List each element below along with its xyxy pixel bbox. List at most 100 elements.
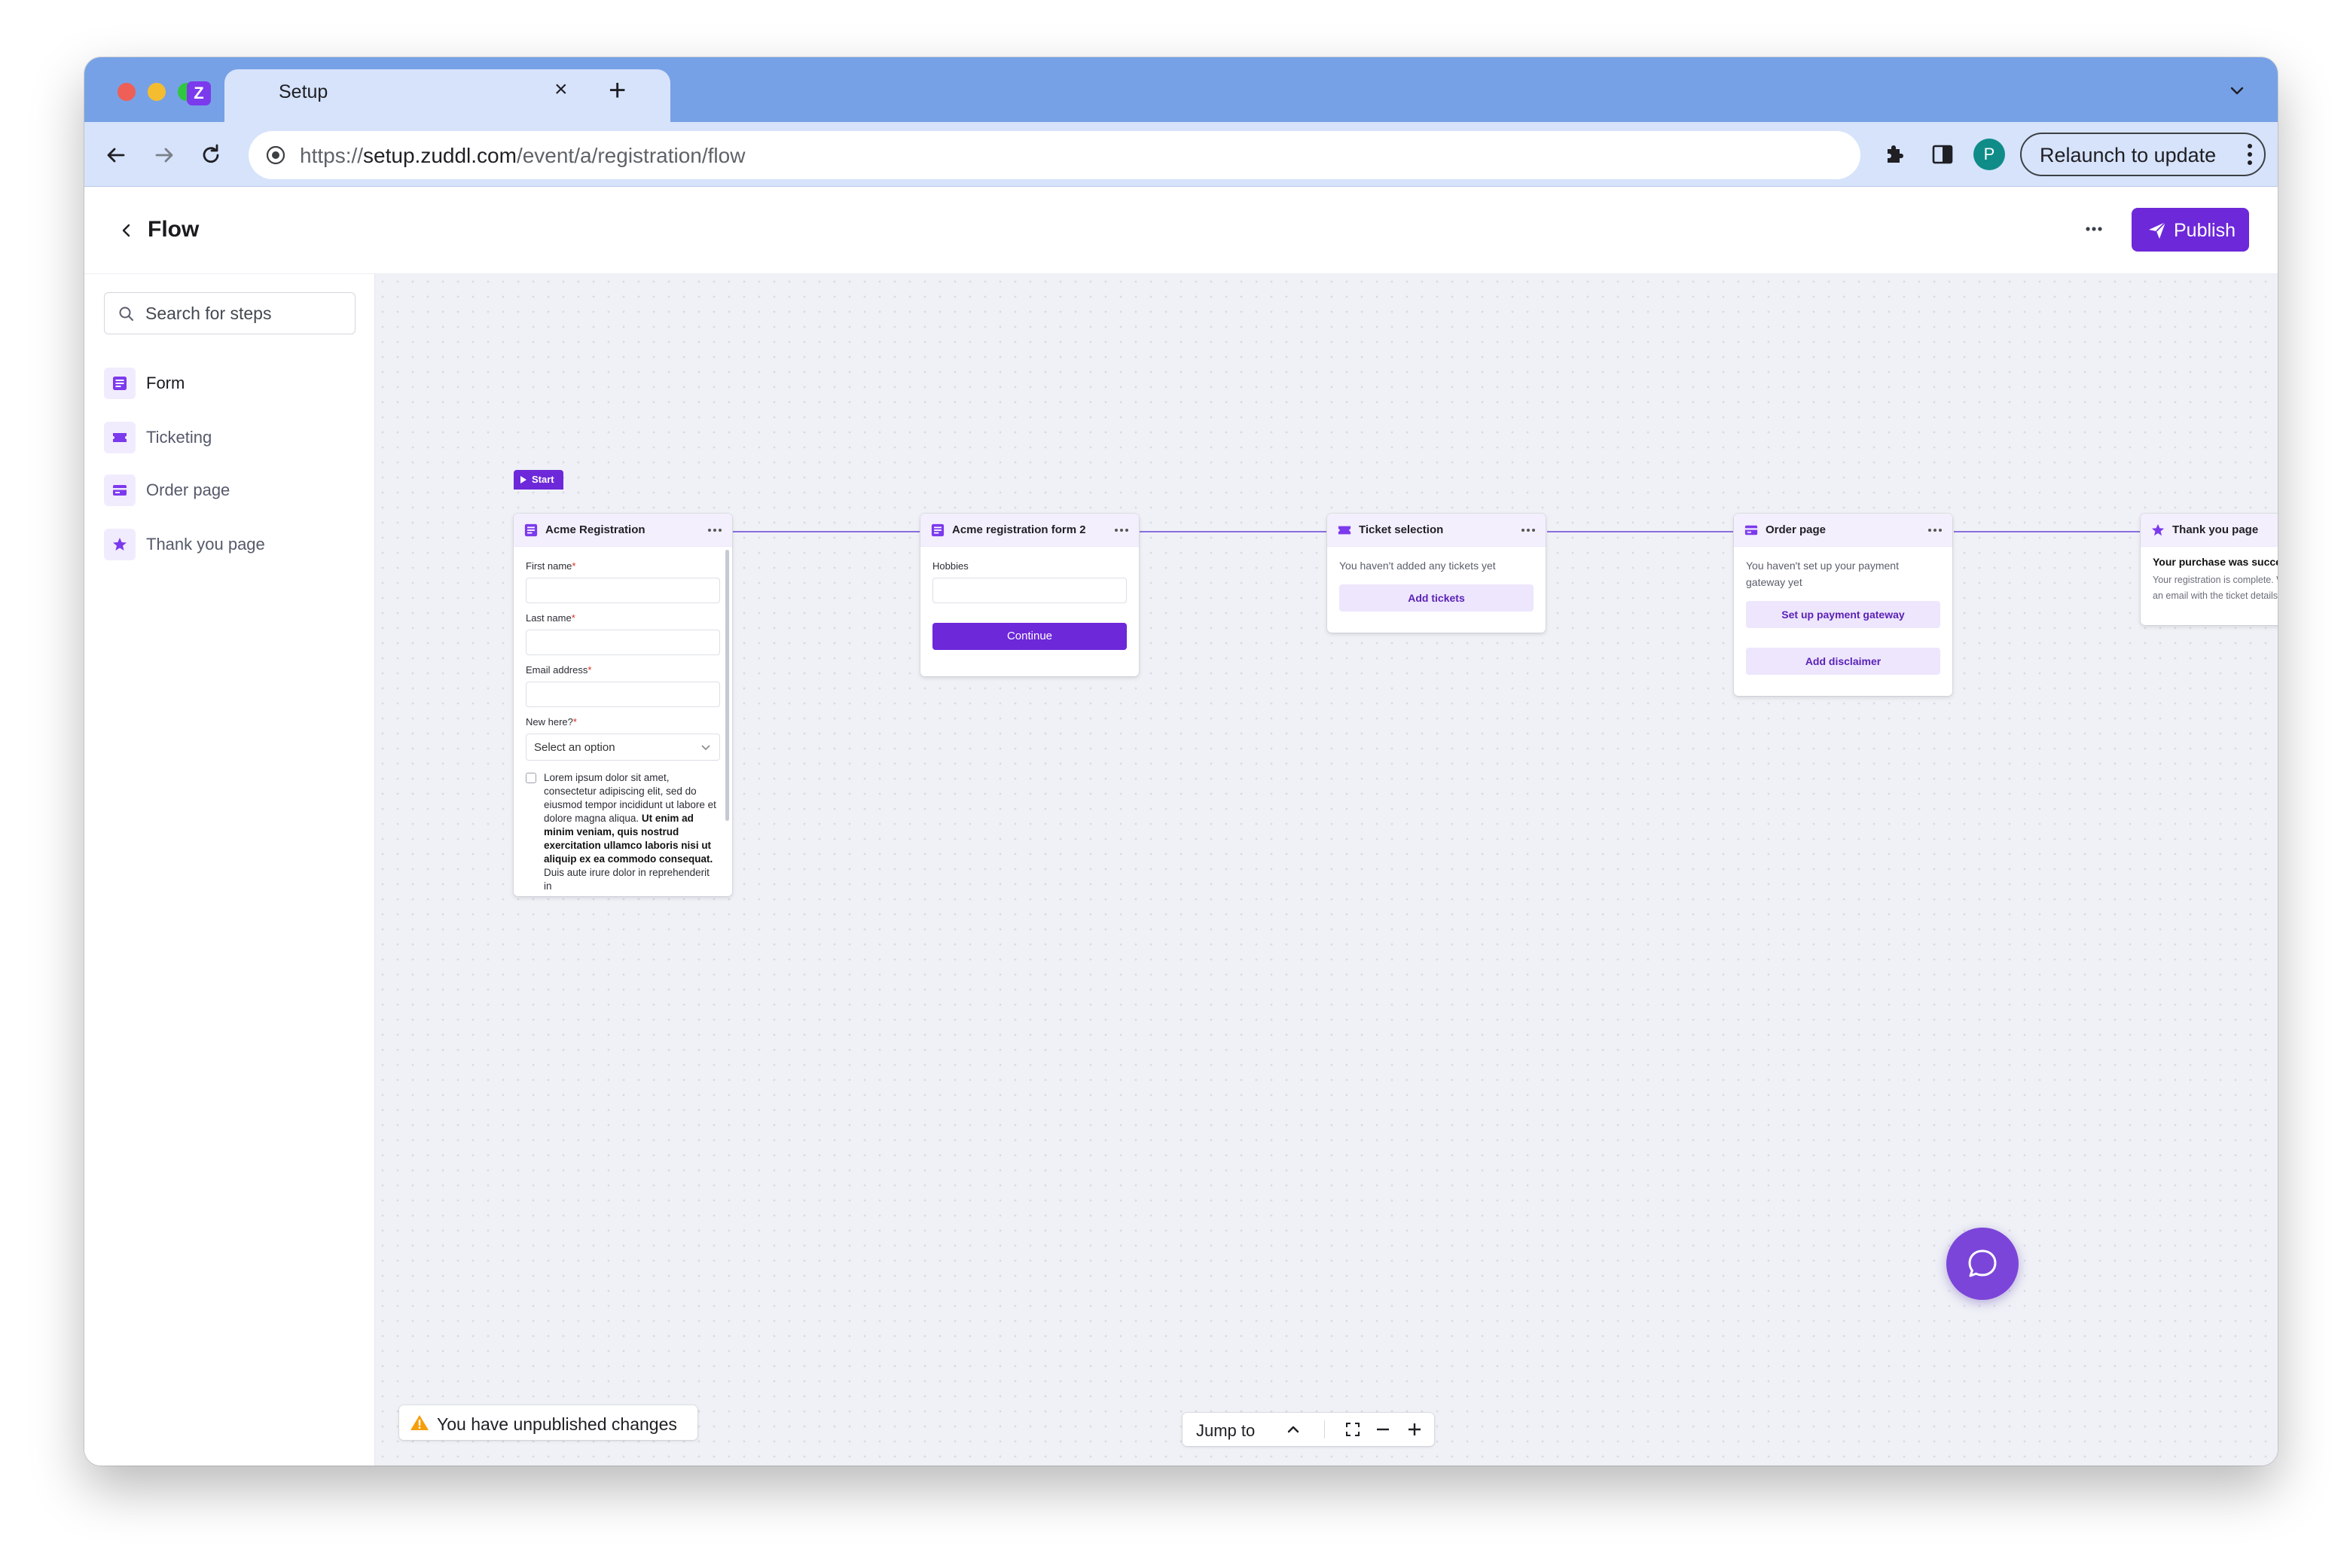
site-info-icon[interactable] xyxy=(265,145,286,166)
setup-payment-gateway-button[interactable]: Set up payment gateway xyxy=(1746,601,1940,628)
relaunch-label: Relaunch to update xyxy=(2040,144,2217,166)
forward-arrow-icon[interactable] xyxy=(152,143,176,167)
field-label: Last name* xyxy=(526,612,575,624)
email-input[interactable] xyxy=(526,682,720,707)
unpublished-changes-banner: You have unpublished changes xyxy=(399,1405,697,1440)
node-header: Ticket selection xyxy=(1327,514,1546,547)
page-title: Flow xyxy=(148,217,200,242)
flow-node-registration[interactable]: Acme Registration First name* Last name*… xyxy=(514,514,732,896)
node-scrollbar[interactable] xyxy=(725,550,729,821)
node-more-icon[interactable] xyxy=(707,527,723,533)
steps-sidebar: Form Ticketing Order pag xyxy=(84,274,375,1466)
node-header: Thank you page xyxy=(2141,514,2278,547)
relaunch-button[interactable]: Relaunch to update xyxy=(2020,133,2266,176)
empty-state-text: You haven't set up your payment gateway … xyxy=(1746,560,1899,588)
continue-button[interactable]: Continue xyxy=(932,623,1127,650)
node-more-icon[interactable] xyxy=(1927,527,1943,533)
sidebar-item-ticketing[interactable]: Ticketing xyxy=(104,417,356,456)
node-title: Thank you page xyxy=(2172,523,2259,536)
minimize-window-button[interactable] xyxy=(148,83,166,101)
field-label: Email address* xyxy=(526,664,592,676)
tab-close-icon[interactable]: × xyxy=(554,78,568,101)
back-chevron-icon[interactable] xyxy=(118,221,136,239)
new-here-select[interactable]: Select an option xyxy=(526,734,720,761)
browser-menu-icon[interactable] xyxy=(2246,142,2254,167)
sidebar-item-label: Form xyxy=(146,374,185,392)
side-panel-icon[interactable] xyxy=(1930,142,1955,167)
connector-line xyxy=(1547,531,1750,532)
jump-to-button[interactable]: Jump to xyxy=(1196,1421,1255,1441)
hobbies-input[interactable] xyxy=(932,578,1127,603)
app-header: Flow Publish xyxy=(84,187,2278,274)
card-icon xyxy=(1744,525,1758,535)
zoom-out-icon[interactable] xyxy=(1375,1422,1390,1437)
flow-node-order-page[interactable]: Order page You haven't set up your payme… xyxy=(1734,514,1952,696)
connector-line xyxy=(732,531,935,532)
field-label: Hobbies xyxy=(932,560,969,572)
reload-icon[interactable] xyxy=(199,143,223,167)
profile-avatar[interactable]: P xyxy=(1973,139,2005,170)
start-badge: Start xyxy=(514,470,563,490)
form-icon xyxy=(113,377,127,390)
sidebar-item-form[interactable]: Form xyxy=(104,363,356,402)
node-header: Order page xyxy=(1734,514,1952,547)
consent-checkbox[interactable] xyxy=(526,773,536,783)
add-tickets-button[interactable]: Add tickets xyxy=(1339,584,1534,612)
node-body: You haven't added any tickets yet Add ti… xyxy=(1327,547,1546,624)
sidebar-item-order-page[interactable]: Order page xyxy=(104,470,356,509)
node-header: Acme registration form 2 xyxy=(920,514,1139,547)
node-more-icon[interactable] xyxy=(1520,527,1537,533)
play-icon xyxy=(520,476,526,484)
sidebar-item-thank-you-page[interactable]: Thank you page xyxy=(104,524,356,563)
warning-icon xyxy=(410,1415,429,1430)
node-body: Your purchase was successful! Your regis… xyxy=(2141,547,2278,616)
search-input[interactable] xyxy=(145,300,349,326)
new-tab-icon[interactable]: + xyxy=(609,75,626,105)
first-name-input[interactable] xyxy=(526,578,720,603)
flow-node-ticket-selection[interactable]: Ticket selection You haven't added any t… xyxy=(1327,514,1546,633)
tab-title: Setup xyxy=(279,81,328,102)
browser-window: Z Setup × + https://setup.zuddl.com/even… xyxy=(84,57,2278,1466)
tab-bar: Z Setup × + xyxy=(84,57,2278,122)
back-arrow-icon[interactable] xyxy=(104,143,128,167)
publish-label: Publish xyxy=(2174,220,2236,241)
node-body: First name* Last name* Email address* Ne… xyxy=(514,547,732,896)
empty-state-text: You haven't added any tickets yet xyxy=(1339,560,1496,572)
node-header: Acme Registration xyxy=(514,514,732,547)
node-more-icon[interactable] xyxy=(1113,527,1130,533)
flow-node-thank-you[interactable]: Thank you page Your purchase was success… xyxy=(2141,514,2278,625)
star-icon xyxy=(2151,523,2165,536)
send-icon xyxy=(2149,221,2166,239)
chevron-up-icon[interactable] xyxy=(1286,1423,1300,1434)
unpublished-text: You have unpublished changes xyxy=(437,1414,677,1434)
app-root: Flow Publish Search for steps Form Ticke… xyxy=(84,187,2278,1466)
success-body: Your registration is complete. We've sen… xyxy=(2153,575,2278,601)
chat-bubble-icon xyxy=(1968,1249,1997,1277)
star-icon xyxy=(113,538,127,551)
last-name-input[interactable] xyxy=(526,630,720,655)
publish-button[interactable]: Publish xyxy=(2132,208,2249,252)
node-body: You haven't set up your payment gateway … xyxy=(1734,547,1952,687)
consent-checkbox-row[interactable]: Lorem ipsum dolor sit amet, consectetur … xyxy=(526,771,720,893)
node-title: Order page xyxy=(1766,523,1827,536)
ticket-icon xyxy=(113,433,127,442)
close-window-button[interactable] xyxy=(118,83,136,101)
select-placeholder: Select an option xyxy=(534,741,615,754)
canvas-controls: Jump to xyxy=(1183,1413,1434,1446)
fit-view-icon[interactable] xyxy=(1345,1422,1360,1437)
chat-support-button[interactable] xyxy=(1946,1228,2019,1300)
more-options-icon[interactable] xyxy=(2079,220,2109,238)
field-label: First name* xyxy=(526,560,576,572)
node-title: Acme registration form 2 xyxy=(952,523,1086,536)
node-title: Acme Registration xyxy=(545,523,646,536)
success-heading: Your purchase was successful! xyxy=(2153,556,2278,568)
step-search[interactable] xyxy=(104,292,356,334)
add-disclaimer-button[interactable]: Add disclaimer xyxy=(1746,648,1940,675)
ticket-icon xyxy=(1338,526,1351,535)
connector-line xyxy=(1954,531,2159,532)
tab-search-chevron-icon[interactable] xyxy=(2229,83,2245,98)
address-bar[interactable]: https://setup.zuddl.com/event/a/registra… xyxy=(249,131,1860,179)
zoom-in-icon[interactable] xyxy=(1407,1422,1422,1437)
flow-node-form-2[interactable]: Acme registration form 2 Hobbies Continu… xyxy=(920,514,1139,676)
extensions-puzzle-icon[interactable] xyxy=(1882,142,1907,167)
